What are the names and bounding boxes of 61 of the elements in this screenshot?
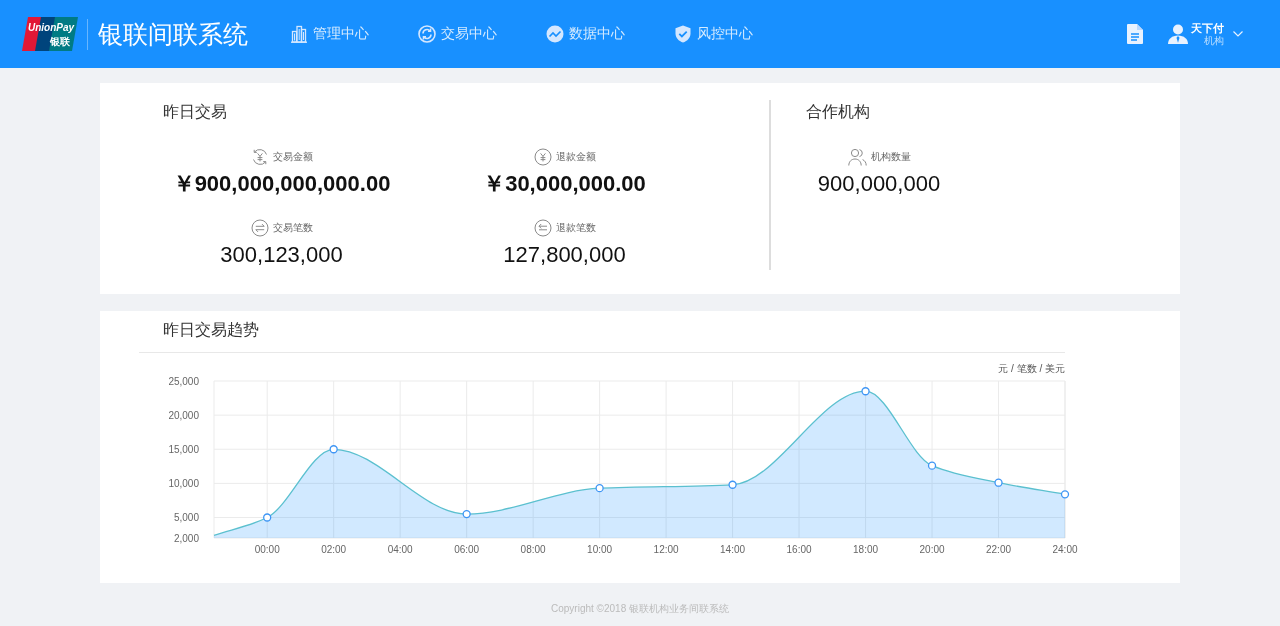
stat-value: 900,000,000 bbox=[817, 170, 941, 198]
stat-label: 退款笔数 bbox=[555, 222, 596, 234]
stat-label: 交易笔数 bbox=[272, 222, 313, 234]
x-axis-label: 06:00 bbox=[454, 544, 480, 555]
x-axis-label: 02:00 bbox=[321, 544, 347, 555]
nav-item[interactable]: 管理中心 bbox=[290, 25, 369, 43]
x-axis-label: 20:00 bbox=[919, 544, 945, 555]
x-axis-label: 22:00 bbox=[986, 544, 1012, 555]
user-name: 天下付 bbox=[1191, 22, 1224, 35]
data-point bbox=[595, 484, 604, 493]
data-point bbox=[728, 480, 737, 489]
data-point bbox=[263, 513, 272, 522]
stat-value: 300,123,000 bbox=[220, 241, 343, 269]
y-axis-label: 5,000 bbox=[173, 512, 199, 523]
data-point bbox=[462, 509, 471, 519]
stat-value: ￥30,000,000.00 bbox=[483, 170, 646, 198]
document-icon[interactable] bbox=[1127, 24, 1143, 44]
stat-value: 127,800,000 bbox=[503, 241, 626, 269]
section-title: 昨日交易趋势 bbox=[163, 320, 259, 340]
nav-item[interactable]: 交易中心 bbox=[418, 25, 497, 43]
x-axis-label: 12:00 bbox=[653, 544, 679, 555]
yen-circle-icon bbox=[533, 148, 552, 166]
trend-icon bbox=[546, 25, 564, 43]
section-title: 合作机构 bbox=[806, 102, 870, 122]
axis-unit-label: 元 / 笔数 / 美元 bbox=[998, 363, 1065, 374]
data-point bbox=[1060, 490, 1070, 499]
user-role: 机构 bbox=[1204, 35, 1224, 46]
shield-check-icon bbox=[674, 25, 692, 43]
data-point bbox=[994, 478, 1003, 487]
stat-label: 交易金额 bbox=[272, 151, 313, 163]
swap-icon bbox=[250, 219, 269, 237]
x-axis-label: 18:00 bbox=[853, 544, 879, 555]
arrow-lines-icon bbox=[533, 219, 552, 237]
building-icon bbox=[290, 25, 308, 43]
yen-cycle-icon bbox=[250, 148, 269, 166]
stat-value: ￥900,000,000,000.00 bbox=[172, 170, 391, 198]
x-axis-label: 08:00 bbox=[520, 544, 546, 555]
x-axis-label: 16:00 bbox=[786, 544, 812, 555]
x-axis-label: 00:00 bbox=[254, 544, 280, 555]
y-axis-label: 2,000 bbox=[173, 532, 199, 544]
y-axis-label: 25,000 bbox=[168, 375, 199, 387]
x-axis-label: 10:00 bbox=[587, 544, 613, 555]
data-point bbox=[861, 387, 870, 396]
stat-label: 机构数量 bbox=[870, 151, 911, 163]
y-axis-label: 15,000 bbox=[168, 443, 199, 455]
section-title: 昨日交易 bbox=[163, 102, 227, 122]
data-point bbox=[927, 461, 937, 470]
chevron-down-icon[interactable] bbox=[1233, 31, 1243, 37]
nav-item[interactable]: 数据中心 bbox=[546, 25, 625, 43]
people-icon bbox=[847, 148, 867, 166]
y-axis-label: 20,000 bbox=[168, 409, 199, 421]
x-axis-label: 14:00 bbox=[720, 544, 746, 555]
x-axis-label: 24:00 bbox=[1052, 544, 1078, 555]
data-point bbox=[329, 445, 338, 454]
x-axis-label: 04:00 bbox=[387, 544, 413, 555]
user-icon[interactable] bbox=[1168, 24, 1188, 44]
app-title: 银联间联系统 bbox=[98, 19, 248, 50]
cycle-icon bbox=[418, 25, 436, 43]
y-axis-label: 10,000 bbox=[168, 477, 199, 489]
nav-item[interactable]: 风控中心 bbox=[674, 25, 753, 43]
stat-label: 退款金额 bbox=[555, 151, 596, 163]
